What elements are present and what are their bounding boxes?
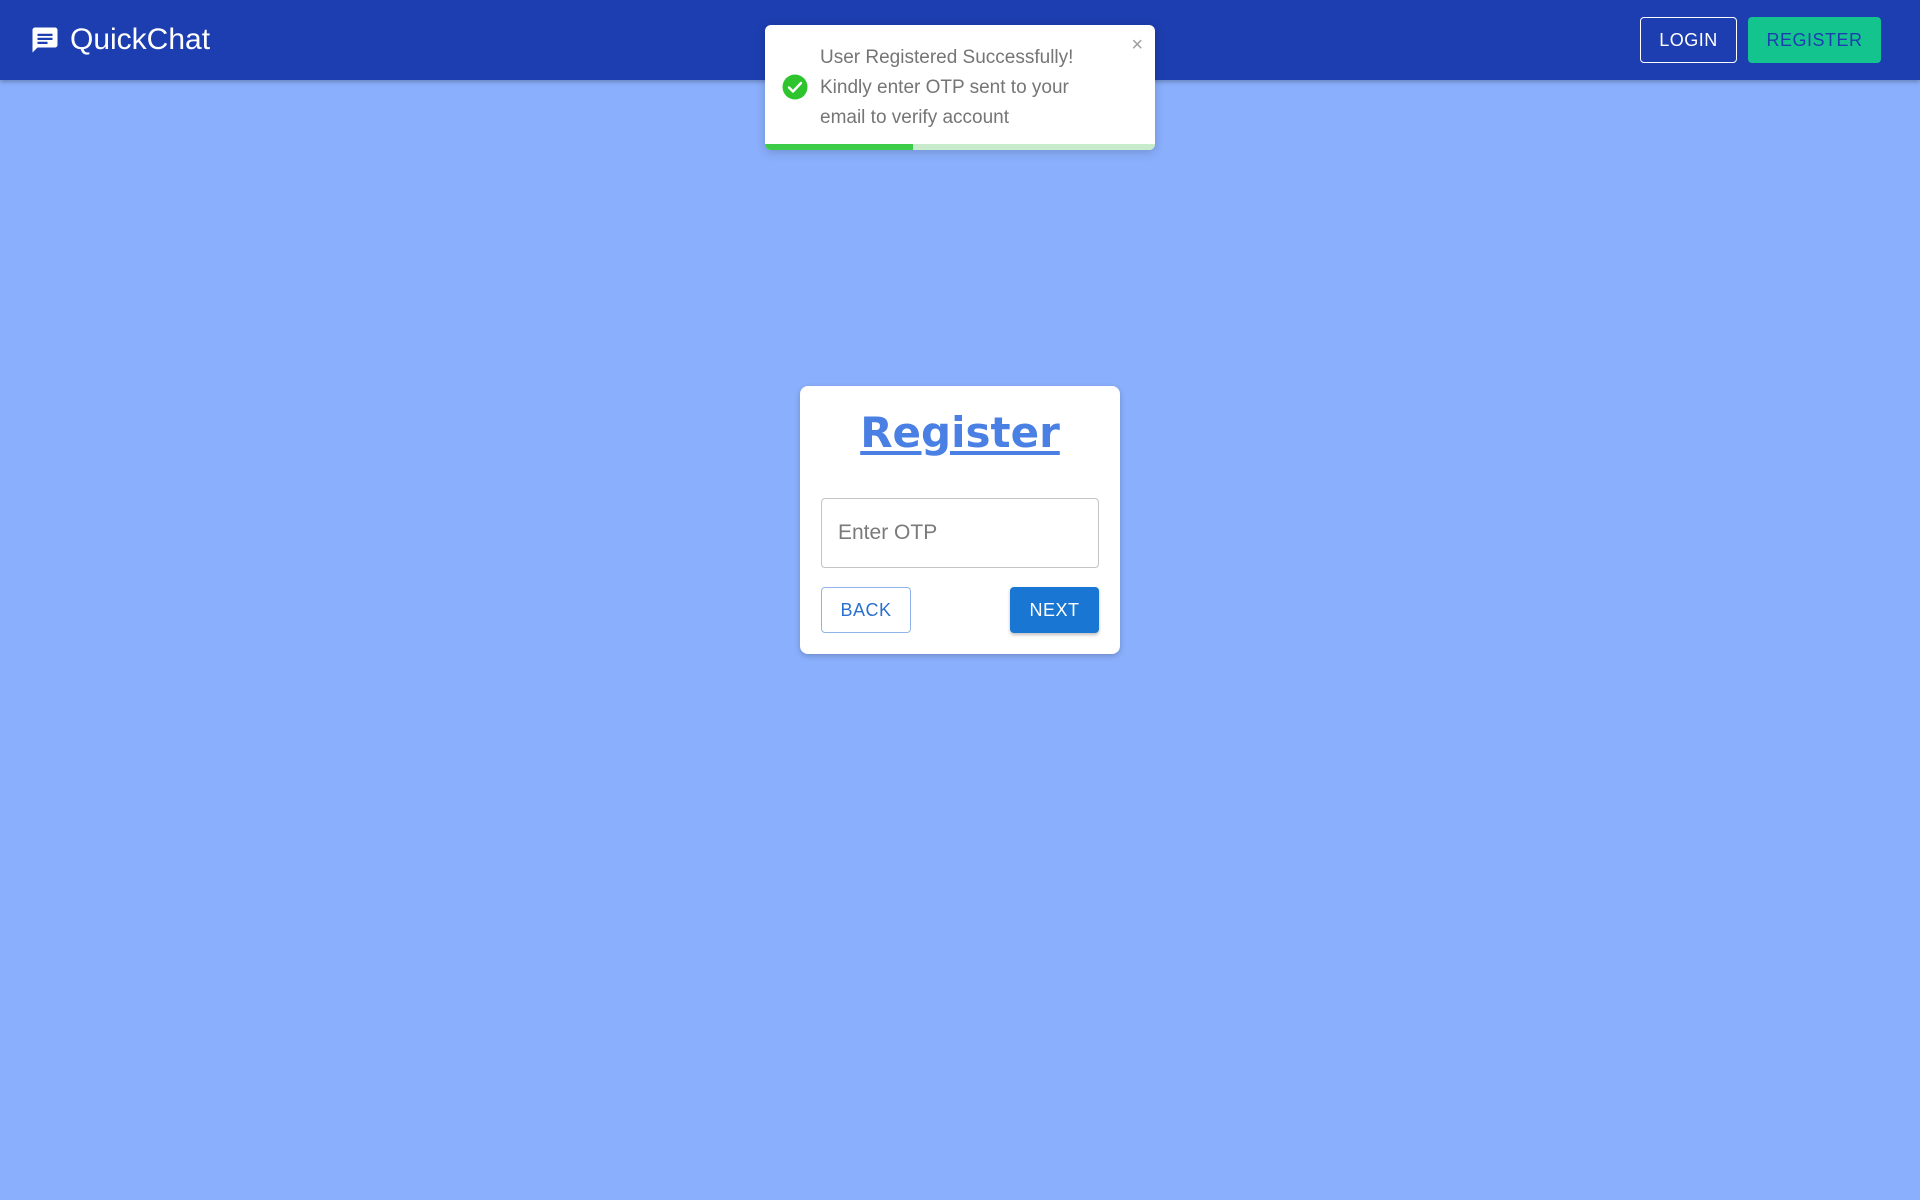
toast-progress-fill [765,144,914,150]
toast-message: User Registered Successfully! Kindly ent… [820,47,1074,128]
page-title: Register [860,408,1060,457]
check-circle-icon [782,74,808,100]
success-toast[interactable]: User Registered Successfully! Kindly ent… [765,25,1155,150]
close-icon[interactable]: × [1131,33,1143,57]
brand[interactable]: QuickChat [30,0,210,80]
nav-actions: LOGIN REGISTER [1640,17,1881,63]
register-nav-button[interactable]: REGISTER [1748,17,1881,63]
register-card: Register BACK NEXT [800,386,1120,654]
login-button[interactable]: LOGIN [1640,17,1737,63]
back-button[interactable]: BACK [821,587,911,633]
next-button[interactable]: NEXT [1010,587,1099,633]
chat-bubble-icon [30,25,60,55]
app-title: QuickChat [70,23,211,56]
otp-input[interactable] [821,498,1099,568]
toast-progress-bar [765,144,1155,150]
